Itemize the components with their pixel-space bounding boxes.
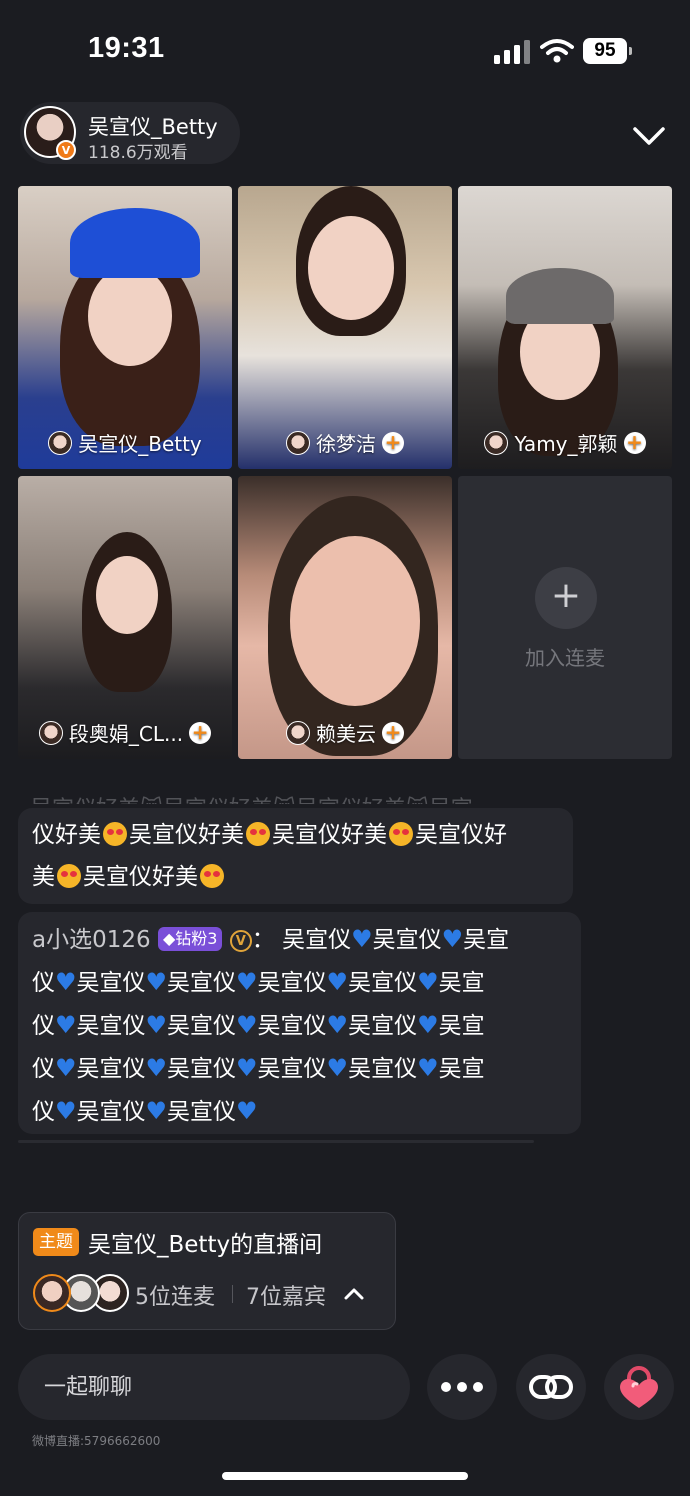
verified-badge-icon: V xyxy=(56,140,76,160)
chevron-up-icon[interactable] xyxy=(342,1282,366,1306)
more-button[interactable] xyxy=(427,1354,497,1420)
avatar xyxy=(33,1274,71,1312)
blue-heart-icon: ♥ xyxy=(351,925,373,953)
tile-name: Yamy_郭颖 xyxy=(514,432,618,456)
video-tile-2[interactable]: 徐梦洁 + xyxy=(238,186,452,469)
heart-eyes-cat-icon xyxy=(57,864,81,888)
blue-heart-icon: ♥ xyxy=(326,1011,349,1039)
comment-username[interactable]: a小选0126 xyxy=(32,927,151,953)
fan-level-badge: ◆钻粉3 xyxy=(157,927,223,951)
blue-heart-icon: ♥ xyxy=(55,968,77,996)
avatar xyxy=(48,430,73,455)
host-name[interactable]: 吴宣仪_Betty xyxy=(88,111,218,141)
blue-heart-icon: ♥ xyxy=(236,968,258,996)
tile-name: 徐梦洁 xyxy=(316,432,376,456)
heart-eyes-cat-icon xyxy=(103,822,127,846)
video-tile-1[interactable]: 吴宣仪_Betty xyxy=(18,186,232,469)
blue-heart-icon: ♥ xyxy=(145,968,168,996)
avatar xyxy=(484,430,509,455)
chat-input[interactable] xyxy=(18,1354,410,1420)
blue-heart-icon: ♥ xyxy=(145,1011,168,1039)
blue-heart-icon: ♥ xyxy=(236,1011,258,1039)
blue-heart-icon: ♥ xyxy=(236,1054,258,1082)
host-view-count: 118.6万观看 xyxy=(88,143,188,163)
lock-icon xyxy=(620,1366,658,1408)
more-icon xyxy=(441,1382,483,1392)
blue-heart-icon: ♥ xyxy=(417,1011,439,1039)
linked-count: 5位连麦 xyxy=(135,1285,215,1310)
link-icon xyxy=(529,1375,573,1399)
tile-name: 吴宣仪_Betty xyxy=(78,432,202,456)
guest-count: 7位嘉宾 xyxy=(246,1285,326,1310)
video-tile-5[interactable]: 赖美云 + xyxy=(238,476,452,759)
avatar xyxy=(38,720,63,745)
blue-heart-icon: ♥ xyxy=(236,1097,258,1125)
video-tile-4[interactable]: 段奥娟_CL... + xyxy=(18,476,232,759)
room-id: 微博直播:5796662600 xyxy=(32,1434,161,1448)
comment-item: 仪好美 吴宣仪好美 吴宣仪好美 吴宣仪好 美吴宣仪好美 xyxy=(18,808,573,904)
comment-item: a小选0126 ◆钻粉3 V： 吴宣仪♥吴宣仪♥吴宣 仪♥吴宣仪♥吴宣仪♥吴宣仪… xyxy=(18,912,581,1134)
divider xyxy=(232,1285,233,1303)
comment-divider xyxy=(18,1140,534,1143)
topic-tag: 主题 xyxy=(33,1228,79,1256)
follow-plus-icon[interactable]: + xyxy=(382,431,404,454)
tile-name: 赖美云 xyxy=(316,722,376,746)
follow-plus-icon[interactable]: + xyxy=(382,721,404,744)
avatar xyxy=(286,720,310,745)
blue-heart-icon: ♥ xyxy=(145,1054,168,1082)
faded-comment: 吴宣仪好美😻吴宣仪好美😻吴宣仪好美😻吴宣 xyxy=(30,790,550,804)
blue-heart-icon: ♥ xyxy=(55,1097,77,1125)
plus-icon[interactable]: + xyxy=(535,567,597,629)
join-mic-label[interactable]: 加入连麦 xyxy=(458,642,672,671)
battery-indicator: 95 xyxy=(583,38,632,64)
blue-heart-icon: ♥ xyxy=(326,1054,349,1082)
heart-eyes-cat-icon xyxy=(246,822,270,846)
chevron-down-icon[interactable] xyxy=(632,118,666,152)
home-indicator[interactable] xyxy=(222,1472,468,1480)
signal-icon xyxy=(494,40,530,64)
blue-heart-icon: ♥ xyxy=(326,968,349,996)
wifi-icon xyxy=(540,39,574,63)
avatar xyxy=(286,430,310,455)
blue-heart-icon: ♥ xyxy=(441,925,464,953)
blue-heart-icon: ♥ xyxy=(145,1097,168,1125)
topic-title[interactable]: 吴宣仪_Betty的直播间 xyxy=(88,1225,322,1259)
heart-eyes-cat-icon xyxy=(389,822,413,846)
follow-plus-icon[interactable]: + xyxy=(189,721,212,744)
status-time: 19:31 xyxy=(88,32,165,64)
blue-heart-icon: ♥ xyxy=(417,1054,439,1082)
blue-heart-icon: ♥ xyxy=(417,968,439,996)
tile-name: 段奥娟_CL... xyxy=(68,722,184,746)
connect-button[interactable] xyxy=(516,1354,586,1420)
lock-button[interactable] xyxy=(604,1354,674,1420)
video-tile-3[interactable]: Yamy_郭颖 + xyxy=(458,186,672,469)
verified-icon: V xyxy=(229,930,252,952)
blue-heart-icon: ♥ xyxy=(55,1011,77,1039)
follow-plus-icon[interactable]: + xyxy=(623,431,646,454)
heart-eyes-cat-icon xyxy=(200,864,224,888)
blue-heart-icon: ♥ xyxy=(55,1054,77,1082)
